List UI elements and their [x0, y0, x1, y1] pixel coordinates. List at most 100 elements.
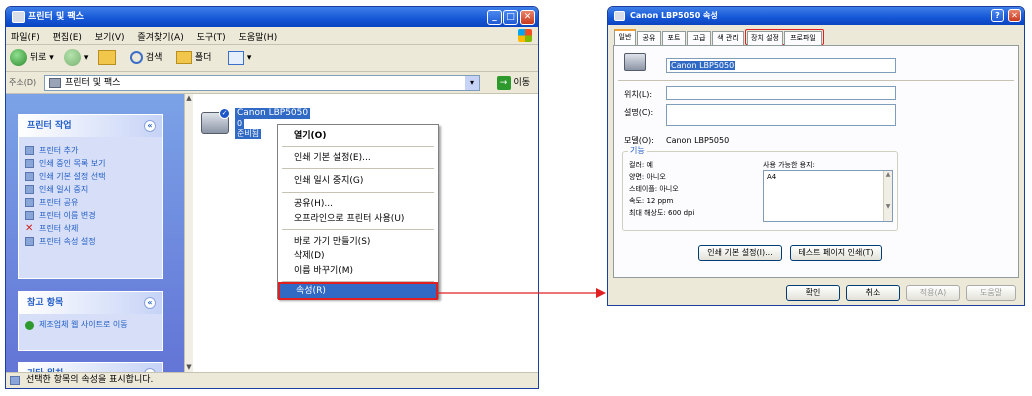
- up-folder-button[interactable]: [98, 49, 116, 68]
- task-delete[interactable]: ✕ 프린터 삭제: [19, 223, 162, 234]
- printer-name-field[interactable]: Canon LBP5050: [666, 58, 896, 73]
- features-group: 기능 컬러: 예 양면: 아니오 스테이플: 아니오 속도: 12 ppm 최대…: [622, 146, 898, 231]
- printer-name-selected: Canon LBP5050: [670, 61, 736, 70]
- divider: [618, 80, 1014, 81]
- tab-general[interactable]: 일반: [614, 29, 636, 45]
- up-folder-icon: [98, 50, 116, 65]
- close-button[interactable]: ✕: [520, 10, 535, 25]
- printer-tasks-header[interactable]: 프린터 작업 «: [19, 115, 162, 137]
- menu-file[interactable]: 파일(F): [6, 27, 45, 46]
- task-label: 프린터 속성 설정: [39, 237, 96, 246]
- menu-separator: [282, 192, 434, 193]
- back-button[interactable]: 뒤로 ▾: [10, 49, 54, 68]
- task-label: 제조업체 웹 사이트로 이동: [39, 320, 128, 329]
- views-button[interactable]: ▾: [228, 49, 251, 68]
- task-manufacturer-site[interactable]: 제조업체 웹 사이트로 이동: [19, 320, 162, 342]
- feature-color: 컬러: 예: [629, 161, 653, 169]
- printer-tasks-title: 프린터 작업: [27, 121, 72, 131]
- back-label: 뒤로: [29, 53, 47, 63]
- menu-help[interactable]: 도움말(H): [234, 27, 283, 46]
- printer-status-docs: 0: [235, 119, 245, 129]
- scroll-up-arrow-icon[interactable]: ▲: [185, 94, 193, 103]
- menu-delete[interactable]: 삭제(D): [278, 248, 438, 264]
- toolbar: 뒤로 ▾ ▾ 검색 폴더 ▾: [6, 45, 538, 72]
- task-label: 인쇄 기본 설정 선택: [39, 172, 106, 181]
- task-pane-scrollbar[interactable]: ▲ ▼: [184, 94, 193, 372]
- help-title-button[interactable]: ?: [991, 9, 1004, 22]
- paper-available-label: 사용 가능한 용지:: [763, 161, 815, 169]
- tab-profile[interactable]: 프로파일: [784, 31, 822, 45]
- folders-button[interactable]: 폴더: [176, 49, 211, 68]
- comment-field[interactable]: [666, 104, 896, 126]
- properties-title: Canon LBP5050 속성: [630, 11, 718, 20]
- tab-color-management[interactable]: 색 관리: [712, 31, 744, 45]
- task-pause[interactable]: 인쇄 일시 중지: [19, 184, 162, 195]
- context-menu: 열기(O) 인쇄 기본 설정(E)... 인쇄 일시 중지(G) 공유(H)..…: [277, 124, 439, 300]
- printing-preferences-button[interactable]: 인쇄 기본 설정(I)...: [698, 245, 782, 261]
- menu-rename[interactable]: 이름 바꾸기(M): [278, 263, 438, 279]
- paper-item[interactable]: A4: [767, 172, 776, 182]
- apply-button[interactable]: 적용(A): [906, 285, 960, 301]
- tab-advanced[interactable]: 고급: [687, 31, 711, 45]
- share-icon: [25, 198, 34, 207]
- go-label: 이동: [513, 78, 530, 88]
- search-label: 검색: [145, 53, 163, 63]
- go-button[interactable]: → 이동: [496, 75, 530, 91]
- menu-separator: [282, 281, 434, 282]
- menu-tools[interactable]: 도구(T): [192, 27, 231, 46]
- feature-staple: 스테이플: 아니오: [629, 185, 679, 193]
- queue-icon: [25, 159, 34, 168]
- address-dropdown-icon[interactable]: ▾: [465, 76, 479, 90]
- views-icon: [228, 50, 244, 65]
- menu-printing-preferences[interactable]: 인쇄 기본 설정(E)...: [278, 150, 438, 166]
- location-field[interactable]: [666, 86, 896, 100]
- task-printing-prefs[interactable]: 인쇄 기본 설정 선택: [19, 171, 162, 182]
- web-globe-icon: [25, 321, 34, 330]
- close-button[interactable]: ✕: [1008, 9, 1021, 22]
- print-test-page-button[interactable]: 테스트 페이지 인쇄(T): [790, 245, 882, 261]
- tab-sharing[interactable]: 공유: [637, 31, 661, 45]
- folders-label: 폴더: [194, 53, 212, 63]
- preferences-icon: [25, 172, 34, 181]
- tab-ports[interactable]: 포트: [662, 31, 686, 45]
- menu-edit[interactable]: 편집(E): [48, 27, 87, 46]
- menu-pause-printing[interactable]: 인쇄 일시 중지(G): [278, 173, 438, 189]
- menu-sharing[interactable]: 공유(H)...: [278, 196, 438, 212]
- model-label: 모델(O):: [624, 136, 654, 145]
- printer-status-ready: 준비됨: [235, 129, 262, 139]
- task-share[interactable]: 프린터 공유: [19, 197, 162, 208]
- properties-dialog: Canon LBP5050 속성 ? ✕ 일반 공유 포트 고급 색 관리 장치…: [607, 6, 1025, 306]
- menu-open[interactable]: 열기(O): [278, 128, 438, 144]
- comment-label: 설명(C):: [624, 108, 654, 117]
- menu-view[interactable]: 보기(V): [90, 27, 130, 46]
- task-rename[interactable]: 프린터 이름 변경: [19, 210, 162, 221]
- menu-favorites[interactable]: 즐겨찾기(A): [132, 27, 188, 46]
- see-also-header[interactable]: 참고 항목 «: [19, 292, 162, 314]
- cancel-button[interactable]: 취소: [846, 285, 900, 301]
- task-add-printer[interactable]: 프린터 추가: [19, 145, 162, 156]
- menu-separator: [282, 146, 434, 147]
- collapse-chevron-icon[interactable]: «: [144, 120, 156, 132]
- tab-device-settings[interactable]: 장치 설정: [747, 31, 783, 45]
- status-icon: [10, 376, 20, 385]
- menu-use-offline[interactable]: 오프라인으로 프린터 사용(U): [278, 211, 438, 227]
- ok-button[interactable]: 확인: [786, 285, 840, 301]
- maximize-button[interactable]: □: [503, 10, 518, 25]
- help-button[interactable]: 도움말: [966, 285, 1016, 301]
- forward-button[interactable]: ▾: [64, 49, 88, 68]
- delete-icon: ✕: [25, 223, 34, 234]
- task-label: 인쇄 일시 중지: [39, 185, 89, 194]
- search-button[interactable]: 검색: [130, 49, 162, 68]
- address-input[interactable]: 프린터 및 팩스 ▾: [44, 75, 480, 91]
- collapse-chevron-icon[interactable]: «: [144, 297, 156, 309]
- minimize-button[interactable]: _: [487, 10, 502, 25]
- task-label: 프린터 삭제: [39, 224, 79, 233]
- back-arrow-icon: [10, 49, 27, 66]
- menu-properties[interactable]: 속성(R): [278, 282, 438, 300]
- explorer-title: 프린터 및 팩스: [28, 12, 84, 22]
- scroll-down-arrow-icon[interactable]: ▼: [185, 363, 193, 372]
- task-see-queue[interactable]: 인쇄 중인 목록 보기: [19, 158, 162, 169]
- task-properties[interactable]: 프린터 속성 설정: [19, 236, 162, 247]
- paper-list[interactable]: A4 ▲ ▼: [763, 170, 893, 222]
- paper-list-scrollbar[interactable]: ▲ ▼: [883, 171, 892, 221]
